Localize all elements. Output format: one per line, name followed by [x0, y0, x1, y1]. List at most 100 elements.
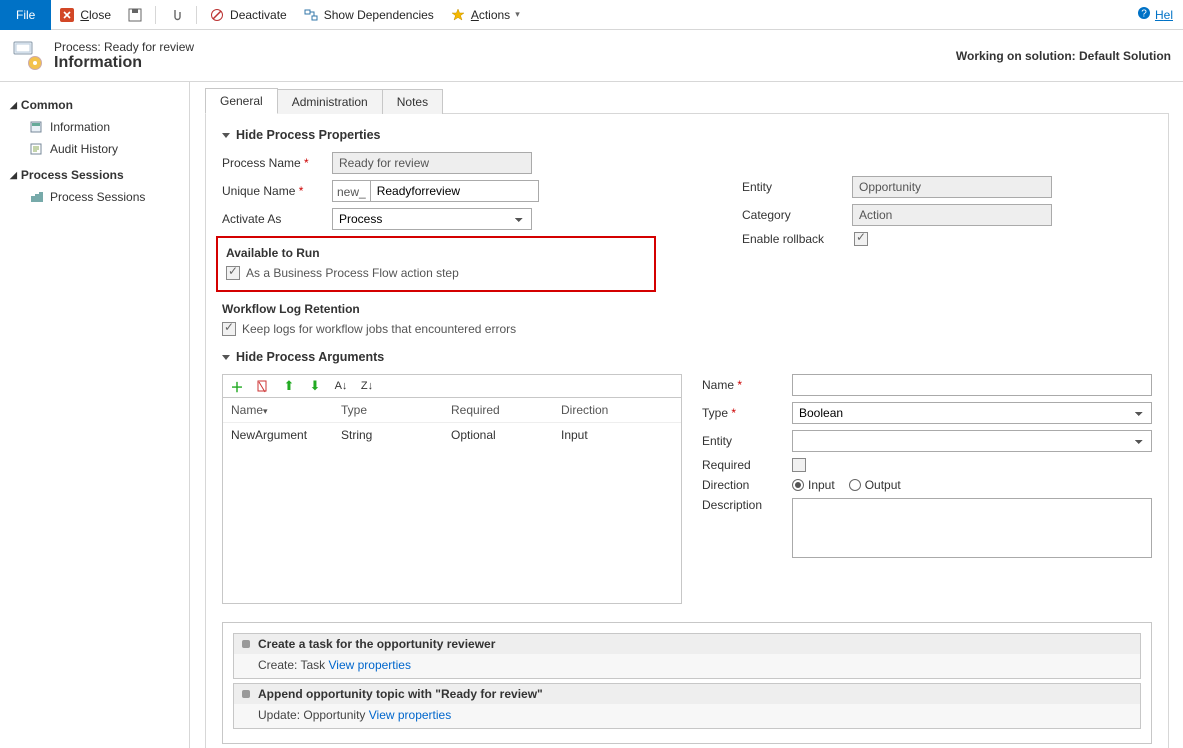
label-category: Category [742, 208, 852, 222]
checkbox-log-retention[interactable]: Keep logs for workflow jobs that encount… [222, 322, 702, 336]
tab-general[interactable]: General [205, 88, 278, 114]
sidebar-item-audit-history[interactable]: Audit History [10, 138, 179, 160]
unique-name-prefix: new_ [332, 180, 370, 202]
label-arg-name: Name [702, 378, 792, 392]
dependencies-icon [303, 7, 319, 23]
header: Process: Ready for review Information Wo… [0, 30, 1183, 82]
sidebar-item-label: Process Sessions [50, 190, 145, 204]
save-as-button[interactable] [119, 0, 151, 30]
attach-button[interactable] [160, 0, 192, 30]
form-icon [28, 119, 44, 135]
arg-required-checkbox[interactable] [792, 458, 806, 472]
help-link[interactable]: ? HelHelp [1137, 6, 1173, 23]
view-properties-link[interactable]: View properties [369, 708, 452, 722]
checkbox-label: Keep logs for workflow jobs that encount… [242, 322, 516, 336]
arg-description-field[interactable] [792, 498, 1152, 558]
step-action-text: Create: Task [258, 658, 328, 672]
step-item[interactable]: Create a task for the opportunity review… [233, 633, 1141, 679]
tab-administration[interactable]: Administration [277, 89, 383, 114]
show-dependencies-button[interactable]: Show Dependencies [295, 0, 442, 30]
delete-argument-button[interactable] [255, 378, 271, 394]
cell-type: String [341, 428, 451, 442]
process-name-field[interactable] [332, 152, 532, 174]
page-title: Information [54, 54, 194, 72]
dropdown-caret-icon: ▾ [515, 9, 520, 20]
label-arg-required: Required [702, 458, 792, 472]
tab-label: Administration [292, 95, 368, 109]
radio-label: Input [808, 478, 835, 492]
deactivate-button[interactable]: Deactivate [201, 0, 295, 30]
step-bullet-icon [242, 640, 250, 648]
argument-details: Name Type Boolean Entity Require [702, 374, 1152, 604]
sidebar-group-common[interactable]: ◢ Common [10, 98, 179, 112]
paperclip-icon [168, 7, 184, 23]
sidebar-item-process-sessions[interactable]: Process Sessions [10, 186, 179, 208]
label-entity: Entity [742, 180, 852, 194]
sidebar: ◢ Common Information Audit History ◢ Pro… [0, 82, 190, 748]
col-header-type[interactable]: Type [341, 403, 451, 417]
label-arg-direction: Direction [702, 478, 792, 492]
arg-type-select[interactable]: Boolean [792, 402, 1152, 424]
add-argument-button[interactable]: ＋ [229, 378, 245, 394]
argument-row[interactable]: NewArgument String Optional Input [223, 423, 681, 447]
cell-required: Optional [451, 428, 561, 442]
view-properties-link[interactable]: View properties [328, 658, 411, 672]
col-header-required[interactable]: Required [451, 403, 561, 417]
deactivate-label: Deactivate [230, 8, 287, 22]
deactivate-icon [209, 7, 225, 23]
step-item[interactable]: Append opportunity topic with "Ready for… [233, 683, 1141, 729]
sidebar-group-process-sessions[interactable]: ◢ Process Sessions [10, 168, 179, 182]
main-content: General Administration Notes Hide Proces… [190, 82, 1183, 748]
process-icon [12, 40, 44, 72]
tab-label: Notes [397, 95, 428, 109]
audit-icon [28, 141, 44, 157]
radio-icon [849, 479, 861, 491]
label-arg-type: Type [702, 406, 792, 420]
file-menu[interactable]: File [0, 0, 51, 30]
tab-notes[interactable]: Notes [382, 89, 443, 114]
unique-name-field[interactable] [370, 180, 539, 202]
step-title-text: Create a task for the opportunity review… [258, 637, 495, 651]
toolbar-separator [155, 6, 156, 24]
actions-menu[interactable]: AActionsctions ▾ [442, 0, 528, 30]
step-title-text: Append opportunity topic with "Ready for… [258, 687, 543, 701]
arg-entity-select[interactable] [792, 430, 1152, 452]
col-header-name[interactable]: Name▾ [231, 403, 341, 417]
sort-asc-button[interactable]: A↓ [333, 378, 349, 394]
solution-status: Working on solution: Default Solution [956, 49, 1171, 63]
label-process-name: Process Name [222, 156, 332, 170]
arg-name-field[interactable] [792, 374, 1152, 396]
activate-as-select[interactable]: Process [332, 208, 532, 230]
label-activate-as: Activate As [222, 212, 332, 226]
sidebar-item-label: Audit History [50, 142, 118, 156]
arguments-toolbar: ＋ ⬆ ⬇ A↓ Z↓ [223, 375, 681, 398]
label-enable-rollback: Enable rollback [742, 232, 852, 246]
sidebar-item-information[interactable]: Information [10, 116, 179, 138]
tab-label: General [220, 94, 263, 108]
radio-icon [792, 479, 804, 491]
move-up-button[interactable]: ⬆ [281, 378, 297, 394]
rollback-checkbox[interactable] [854, 232, 868, 246]
sort-desc-button[interactable]: Z↓ [359, 378, 375, 394]
toolbar-separator-2 [196, 6, 197, 24]
caret-icon: ◢ [10, 170, 17, 181]
section-toggle-process-properties[interactable]: Hide Process Properties [222, 128, 1152, 142]
chevron-down-icon [222, 355, 230, 360]
toolbar: File CCloselose Deactivate Show Dependen… [0, 0, 1183, 30]
move-down-button[interactable]: ⬇ [307, 378, 323, 394]
close-button[interactable]: CCloselose [51, 0, 119, 30]
checkbox-label: As a Business Process Flow action step [246, 266, 459, 280]
show-dependencies-label: Show Dependencies [324, 8, 434, 22]
checkbox-bpf-action-step[interactable]: As a Business Process Flow action step [226, 266, 646, 280]
subheading-available-to-run: Available to Run [226, 246, 646, 260]
label-arg-entity: Entity [702, 434, 792, 448]
sessions-icon [28, 189, 44, 205]
section-toggle-process-arguments[interactable]: Hide Process Arguments [222, 350, 1152, 364]
radio-direction-output[interactable]: Output [849, 478, 901, 492]
radio-direction-input[interactable]: Input [792, 478, 835, 492]
cell-name: NewArgument [231, 428, 341, 442]
step-action-text: Update: Opportunity [258, 708, 369, 722]
file-label: File [16, 8, 35, 22]
col-header-direction[interactable]: Direction [561, 403, 673, 417]
svg-text:?: ? [1141, 9, 1147, 20]
